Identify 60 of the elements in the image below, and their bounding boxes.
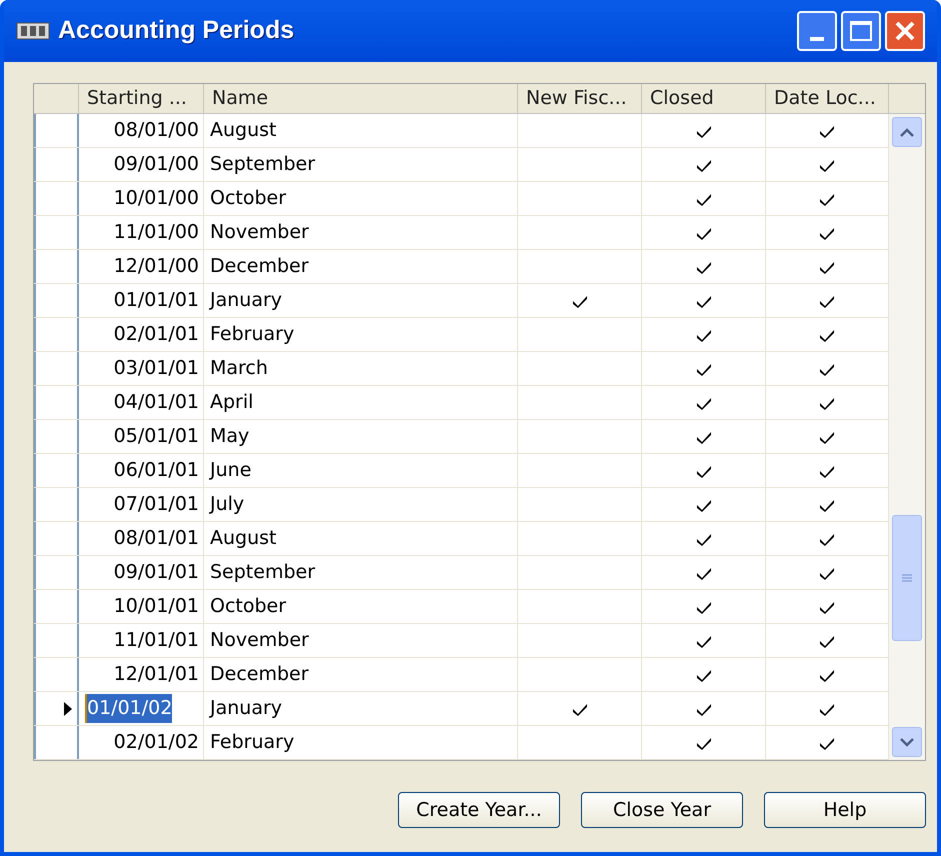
table-cell-text: April [210,390,254,416]
table-cell-text: 10/01/01 [114,594,199,620]
table-cell-text: 06/01/01 [114,458,199,484]
table-cell-text: September [210,152,316,178]
table-cell-text: 08/01/01 [114,526,199,552]
table-cell-text: October [210,186,286,212]
table-cell-text: February [210,322,294,348]
table-cell-text: August [210,118,276,144]
table-cell-text: June [210,458,252,484]
close-button[interactable] [885,11,925,51]
table-cell-text: 12/01/00 [114,254,199,280]
table-cell-text: 09/01/01 [114,560,199,586]
table-cell-text: July [210,492,244,518]
column-header[interactable]: Closed [642,84,766,113]
scroll-down-button[interactable] [892,727,922,757]
close-icon [894,20,916,42]
table-cell-text: May [210,424,250,450]
dialog-button[interactable]: Create Year... [398,792,560,828]
table-cell-text: 05/01/01 [114,424,199,450]
chevron-up-icon [900,128,914,136]
table-cell-text: 09/01/00 [114,152,199,178]
table-cell-text: October [210,594,286,620]
scroll-up-button[interactable] [892,117,922,147]
table-cell-text: November [210,220,309,246]
table-cell-text: November [210,628,309,654]
table-cell-text: 02/01/01 [114,322,199,348]
table-cell-text: September [210,560,316,586]
table-cell-text: 12/01/01 [114,662,199,688]
row-selector[interactable] [34,692,79,725]
table-cell-text: December [210,254,309,280]
column-header[interactable]: Starting ... [79,84,204,113]
scroll-thumb[interactable] [892,515,922,641]
table-cell-text: 11/01/01 [114,628,199,654]
maximize-button[interactable] [841,11,881,51]
table-cell-text: March [210,356,268,382]
table-cell-text: 03/01/01 [114,356,199,382]
vertical-scrollbar[interactable] [889,114,925,760]
table-cell-text: 01/01/01 [114,288,199,314]
table-cell-text: January [210,288,282,314]
column-header[interactable]: Name [204,84,518,113]
window-title: Accounting Periods [58,15,294,46]
table-cell-text: 04/01/01 [114,390,199,416]
chevron-down-icon [900,738,914,746]
table-cell-text: 02/01/02 [114,730,199,756]
table-cell-text: February [210,730,294,756]
table-cell-text: 08/01/00 [114,118,199,144]
column-header[interactable]: Date Loc... [766,84,889,113]
column-header[interactable]: New Fisc... [518,84,642,113]
dialog-button[interactable]: Close Year [581,792,743,828]
dialog-button[interactable]: Help [764,792,926,828]
table-cell-text: August [210,526,276,552]
window-icon [16,20,50,42]
table-cell-text: 07/01/01 [114,492,199,518]
table-cell-text: 11/01/00 [114,220,199,246]
grip-icon [902,574,912,582]
minimize-button[interactable] [797,11,837,51]
table-cell-text: January [210,696,282,722]
table-cell: 01/01/02 [85,694,172,723]
table-cell-text: December [210,662,309,688]
table-cell-text: 10/01/00 [114,186,199,212]
